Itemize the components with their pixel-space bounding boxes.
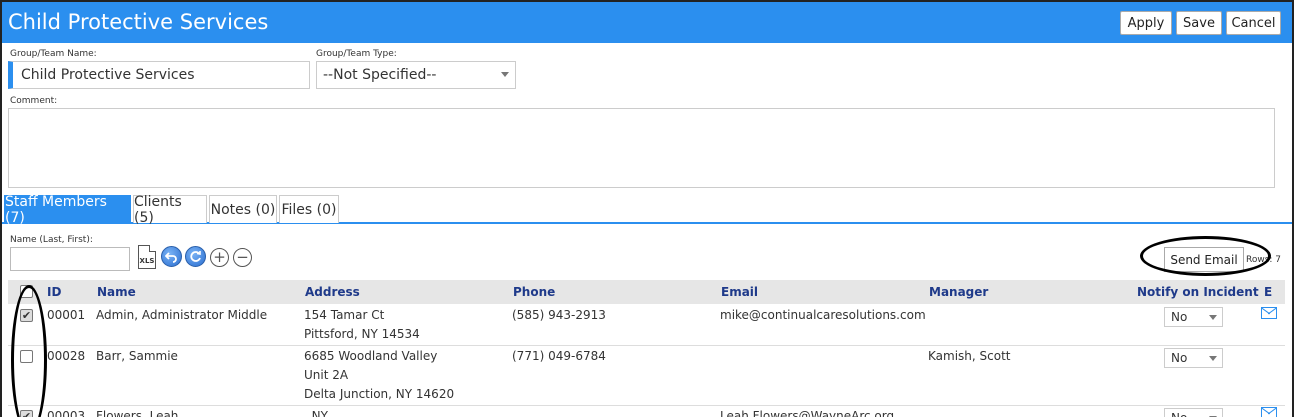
comment-textarea[interactable] xyxy=(8,108,1275,188)
column-header-address[interactable]: Address xyxy=(305,285,360,299)
row-address-line: 154 Tamar Ct xyxy=(304,308,385,322)
row-address-line: Unit 2A xyxy=(304,368,349,382)
row-email: Leah.Flowers@WayneArc.org xyxy=(720,409,895,417)
group-type-label: Group/Team Type: xyxy=(316,49,397,59)
tab-staff-members[interactable]: Staff Members (7) xyxy=(4,194,131,226)
row-notify-select[interactable]: No xyxy=(1164,307,1223,327)
group-type-value: --Not Specified-- xyxy=(323,67,437,83)
row-address-line: 6685 Woodland Valley xyxy=(304,349,438,363)
row-address-line: , NY xyxy=(304,409,328,417)
add-icon[interactable]: + xyxy=(210,248,229,267)
cancel-button[interactable]: Cancel xyxy=(1226,11,1281,35)
page-title: Child Protective Services xyxy=(8,10,269,34)
row-name[interactable]: Admin, Administrator Middle xyxy=(96,306,267,325)
name-filter-input[interactable] xyxy=(10,247,130,271)
row-phone: (771) 049-6784 xyxy=(512,349,606,363)
chevron-down-icon xyxy=(1209,356,1217,361)
column-header-name[interactable]: Name xyxy=(97,285,136,299)
column-header-notify[interactable]: Notify on Incident xyxy=(1137,285,1259,299)
row-notify-select[interactable]: No xyxy=(1164,408,1223,417)
row-email: mike@continualcaresolutions.com xyxy=(720,308,926,322)
mail-icon[interactable] xyxy=(1261,407,1277,417)
remove-icon[interactable]: − xyxy=(233,248,252,267)
row-address-line: Pittsford, NY 14534 xyxy=(304,327,420,341)
row-notify-select[interactable]: No xyxy=(1164,348,1223,368)
row-address-line: Delta Junction, NY 14620 xyxy=(304,387,455,401)
chevron-down-icon xyxy=(1209,315,1217,320)
row-divider xyxy=(8,345,1285,346)
app-frame: Child Protective Services Apply Save Can… xyxy=(0,0,1294,417)
undo-icon[interactable] xyxy=(161,246,182,267)
row-notify-value: No xyxy=(1171,351,1188,365)
annotation-ellipse-send-email xyxy=(1140,236,1271,276)
mail-icon[interactable] xyxy=(1261,307,1277,319)
annotation-ellipse-checkboxes xyxy=(11,285,47,417)
page-header: Child Protective Services Apply Save Can… xyxy=(2,2,1292,43)
tab-bar: Staff Members (7) Clients (5) Notes (0) … xyxy=(2,194,1292,226)
tab-files[interactable]: Files (0) xyxy=(279,195,339,223)
refresh-icon[interactable] xyxy=(185,246,206,267)
row-id: 00001 xyxy=(47,308,86,322)
tab-notes[interactable]: Notes (0) xyxy=(209,195,277,223)
save-button[interactable]: Save xyxy=(1176,11,1222,35)
row-name[interactable]: Barr, Sammie xyxy=(96,347,178,366)
column-header-id[interactable]: ID xyxy=(47,285,61,299)
group-type-select[interactable]: --Not Specified-- xyxy=(316,61,516,89)
row-notify-value: No xyxy=(1171,411,1187,417)
row-phone: (585) 943-2913 xyxy=(512,308,606,322)
apply-button[interactable]: Apply xyxy=(1120,11,1172,35)
comment-label: Comment: xyxy=(10,96,58,106)
row-id: 00003 xyxy=(47,409,86,417)
column-header-e[interactable]: E xyxy=(1264,285,1272,299)
group-name-label: Group/Team Name: xyxy=(10,49,97,59)
tab-clients[interactable]: Clients (5) xyxy=(133,194,207,226)
row-manager: Kamish, Scott xyxy=(928,349,1011,363)
row-divider xyxy=(8,405,1285,406)
column-header-email[interactable]: Email xyxy=(721,285,758,299)
name-filter-label: Name (Last, First): xyxy=(10,235,93,245)
row-notify-value: No xyxy=(1171,310,1188,324)
chevron-down-icon xyxy=(501,72,509,77)
group-name-input[interactable]: Child Protective Services xyxy=(8,61,310,89)
row-id: 00028 xyxy=(47,349,86,363)
row-name[interactable]: Flowers, Leah xyxy=(96,407,178,417)
column-header-manager[interactable]: Manager xyxy=(929,285,988,299)
column-header-phone[interactable]: Phone xyxy=(513,285,555,299)
table-header: ID Name Address Phone Email Manager Noti… xyxy=(8,280,1285,304)
excel-export-icon[interactable]: XLS xyxy=(138,245,156,269)
